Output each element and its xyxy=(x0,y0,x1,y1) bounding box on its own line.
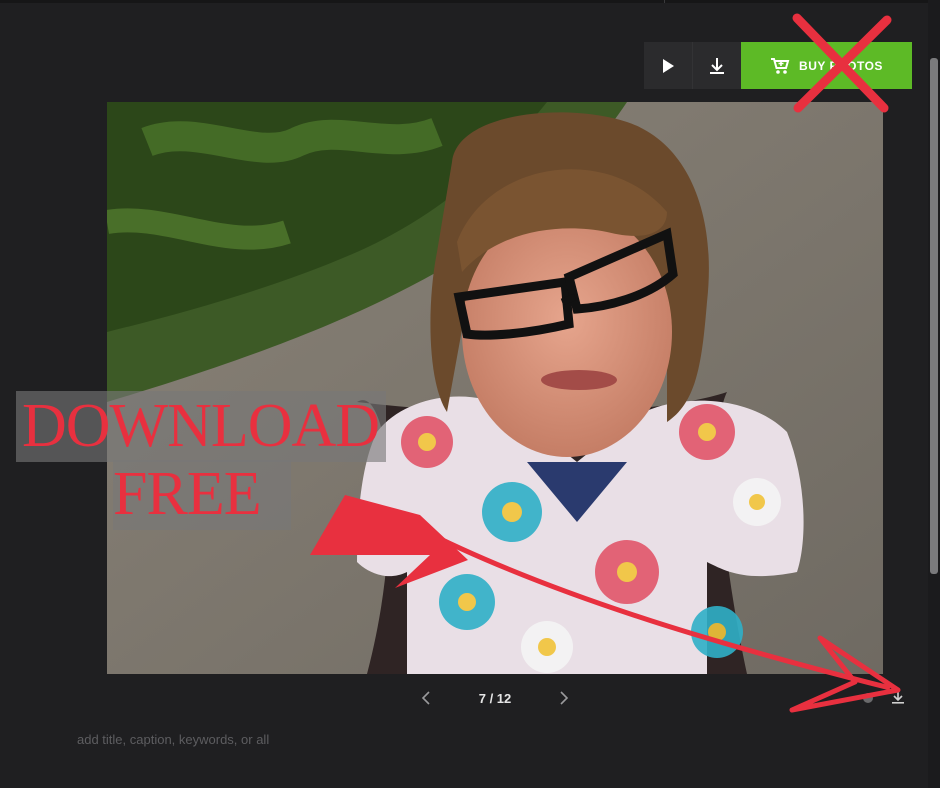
buy-photos-label: BUY PHOTOS xyxy=(799,58,883,73)
main-photo[interactable] xyxy=(107,102,883,674)
caption-input[interactable]: add title, caption, keywords, or all xyxy=(77,732,269,747)
corner-download-icon[interactable] xyxy=(891,690,905,704)
tab-divider xyxy=(664,0,665,3)
chevron-right-icon[interactable] xyxy=(558,691,570,705)
pager: 7 / 12 xyxy=(420,686,570,710)
scrollbar-thumb[interactable] xyxy=(930,58,938,574)
photo-toolbar: BUY PHOTOS xyxy=(644,42,912,89)
play-icon xyxy=(663,58,674,73)
download-button[interactable] xyxy=(692,42,741,89)
info-icon[interactable] xyxy=(862,692,874,704)
chevron-left-icon[interactable] xyxy=(420,691,432,705)
top-divider xyxy=(0,0,940,3)
photo-actions xyxy=(790,686,912,710)
slideshow-button[interactable] xyxy=(644,42,692,89)
photo-counter: 7 / 12 xyxy=(478,690,512,706)
photo-image xyxy=(107,102,883,674)
scrollbar[interactable] xyxy=(928,0,940,788)
buy-photos-button[interactable]: BUY PHOTOS xyxy=(741,42,912,89)
cart-icon xyxy=(771,57,790,74)
download-icon xyxy=(710,57,724,74)
